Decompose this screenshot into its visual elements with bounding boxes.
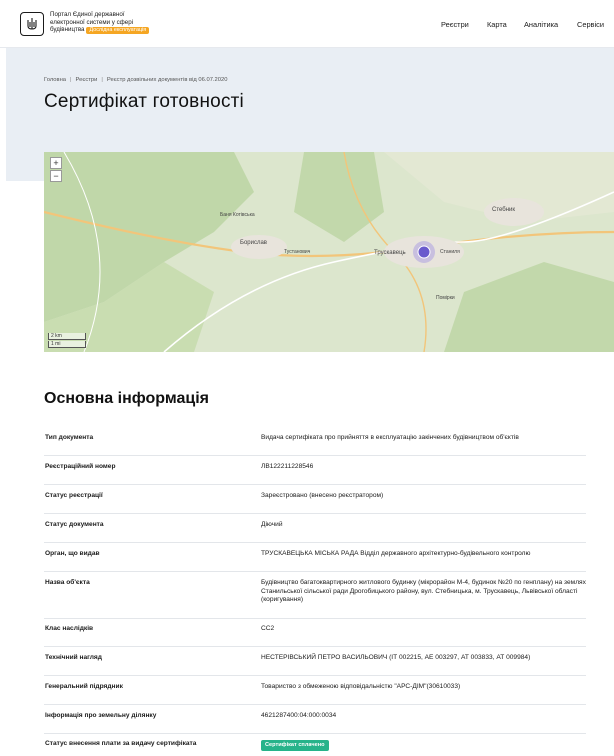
info-value: СС2 (261, 625, 275, 632)
trident-logo-icon[interactable] (20, 12, 44, 36)
map-label: Станиля (440, 249, 460, 255)
info-label: Інформація про земельну ділянку (45, 712, 157, 719)
paid-status-badge: Сертифікат сплачено (261, 740, 329, 751)
nav-services[interactable]: Сервіси (577, 20, 604, 29)
map-label: Борислав (240, 240, 267, 246)
nav-analytics[interactable]: Аналітика (524, 20, 558, 29)
info-row: Статус реєстрації Зареєстровано (внесено… (44, 492, 586, 514)
info-value: Товариство з обмеженою відповідальністю … (261, 683, 461, 690)
info-label: Орган, що видав (45, 550, 100, 557)
info-label: Клас наслідків (45, 625, 94, 632)
info-value: Сертифікат сплачено (261, 740, 586, 751)
map-canvas (44, 152, 614, 352)
page-title: Сертифікат готовності (44, 91, 244, 112)
info-label: Реєстраційний номер (45, 463, 116, 470)
info-value: Зареєстровано (внесено реєстратором) (261, 492, 384, 499)
info-row: Статус внесення плати за видачу сертифік… (44, 740, 586, 756)
nav-registries[interactable]: Реєстри (441, 20, 469, 29)
info-row: Орган, що видав ТРУСКАВЕЦЬКА МІСЬКА РАДА… (44, 550, 586, 572)
info-row: Генеральний підрядник Товариство з обмеж… (44, 683, 586, 705)
top-bar: Портал Єдиної державної електронної сист… (0, 0, 614, 48)
location-map[interactable]: Борислав Трускавець Стебник Станиля Туст… (44, 152, 614, 352)
breadcrumb-current[interactable]: Реєстр дозвільних документів від 06.07.2… (107, 77, 228, 83)
info-row: Назва об'єкта Будівництво багатоквартирн… (44, 579, 586, 619)
info-label: Генеральний підрядник (45, 683, 123, 690)
breadcrumb-registries[interactable]: Реєстри (76, 77, 98, 83)
portal-brand[interactable]: Портал Єдиної державної електронної сист… (50, 11, 180, 35)
info-row: Клас наслідків СС2 (44, 625, 586, 647)
breadcrumb-separator: | (101, 77, 103, 83)
map-label: Помірки (436, 295, 455, 301)
map-marker[interactable] (417, 245, 431, 259)
info-label: Статус документа (45, 521, 104, 528)
map-label: Трускавець (374, 250, 406, 256)
info-value: ЛВ122211228546 (261, 463, 314, 470)
info-row: Статус документа Діючий (44, 521, 586, 543)
info-label: Технічний нагляд (45, 654, 102, 661)
info-value: Будівництво багатоквартирного житлового … (261, 579, 586, 604)
info-value: Діючий (261, 521, 283, 528)
brand-line-3: будівництва (50, 26, 85, 34)
zoom-out-button[interactable]: − (50, 170, 62, 182)
brand-line-2: електронної системи у сфері (50, 18, 134, 26)
brand-line-1: Портал Єдиної державної (50, 11, 125, 18)
info-label: Назва об'єкта (45, 579, 90, 586)
map-scale-km: 2 km (48, 333, 86, 340)
trident-icon (27, 18, 37, 30)
info-row: Реєстраційний номер ЛВ122211228546 (44, 463, 586, 485)
info-label: Статус внесення плати за видачу сертифік… (45, 740, 197, 747)
map-label: Тустанович (284, 249, 311, 255)
info-value: Видача сертифіката про прийняття в експл… (261, 434, 519, 441)
breadcrumb-separator: | (70, 77, 72, 83)
info-row: Тип документа Видача сертифіката про при… (44, 434, 586, 456)
nav-map[interactable]: Карта (487, 20, 507, 29)
zoom-in-button[interactable]: + (50, 157, 62, 169)
breadcrumb: Головна | Реєстри | Реєстр дозвільних докуме… (44, 77, 227, 83)
info-row: Інформація про земельну ділянку 46212874… (44, 712, 586, 734)
breadcrumb-home[interactable]: Головна (44, 77, 66, 83)
info-label: Статус реєстрації (45, 492, 103, 499)
beta-badge: Дослідна експлуатація (86, 27, 150, 35)
section-title: Основна інформація (44, 390, 209, 407)
info-value: ТРУСКАВЕЦЬКА МІСЬКА РАДА Відділ державно… (261, 550, 531, 557)
info-row: Технічний нагляд НЕСТЕРІВСЬКИЙ ПЕТРО ВАС… (44, 654, 586, 676)
info-value: 4621287400:04:000:0034 (261, 712, 337, 719)
map-scale-mi: 1 mi (48, 341, 86, 348)
map-label: Баня Котівська (220, 212, 255, 218)
info-value: НЕСТЕРІВСЬКИЙ ПЕТРО ВАСИЛЬОВИЧ (ІТ 00221… (261, 654, 531, 661)
map-label: Стебник (492, 207, 516, 213)
info-label: Тип документа (45, 434, 94, 441)
